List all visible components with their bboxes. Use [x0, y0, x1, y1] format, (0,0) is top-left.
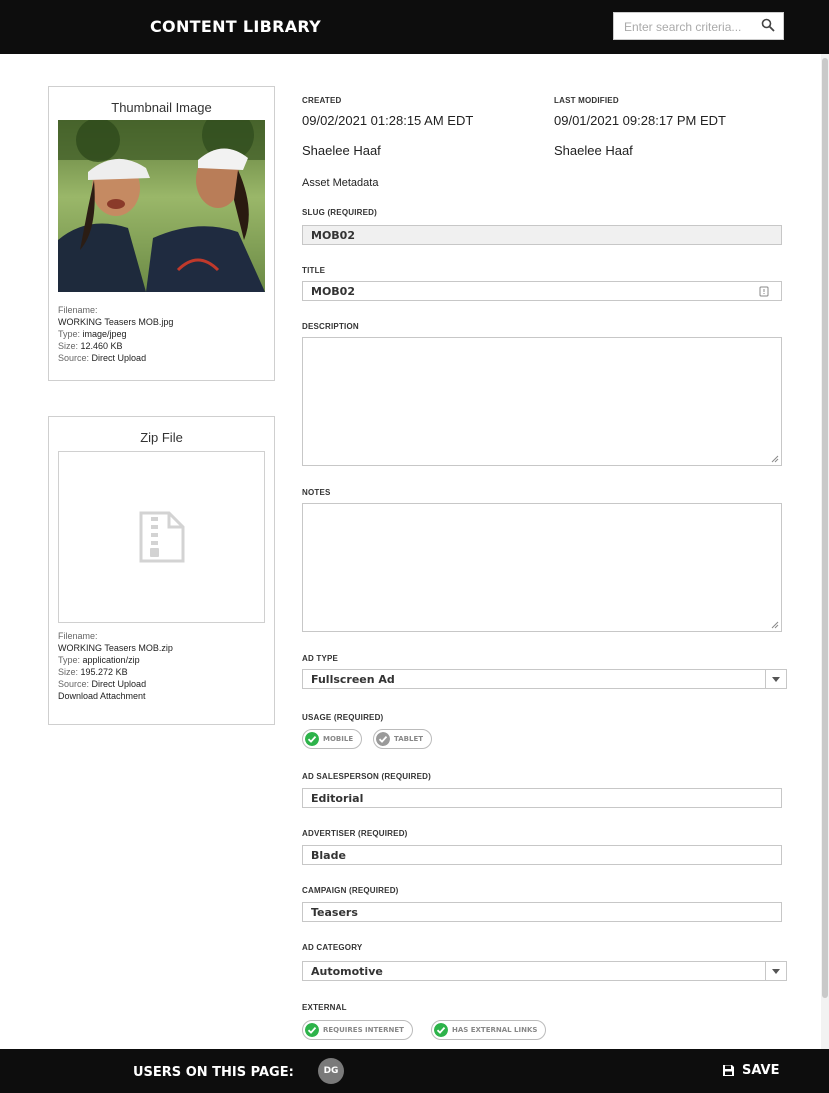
slug-field[interactable]: MOB02	[302, 225, 782, 245]
section-title: Asset Metadata	[302, 177, 379, 189]
thumbnail-source: Direct Upload	[91, 353, 147, 363]
search-input[interactable]	[622, 14, 762, 40]
ad-type-label: AD TYPE	[302, 654, 339, 663]
resize-handle-icon[interactable]	[771, 621, 779, 629]
usage-mobile-toggle[interactable]: MOBILE	[302, 729, 363, 749]
created-label: CREATED	[302, 96, 342, 105]
description-label: DESCRIPTION	[302, 322, 359, 331]
resize-handle-icon[interactable]	[771, 455, 779, 463]
zip-filename: WORKING Teasers MOB.zip	[58, 643, 173, 653]
check-circle-icon	[434, 1023, 448, 1037]
salesperson-field[interactable]: Editorial	[302, 788, 782, 808]
has-external-links-label: HAS EXTERNAL LINKS	[452, 1026, 538, 1034]
source-label: Source:	[58, 353, 90, 363]
top-bar: CONTENT LIBRARY	[0, 0, 829, 54]
ad-type-value: Fullscreen Ad	[311, 673, 395, 686]
save-label: SAVE	[742, 1063, 780, 1078]
modified-label: LAST MODIFIED	[554, 96, 619, 105]
ad-type-select[interactable]: Fullscreen Ad	[302, 669, 787, 689]
users-on-page-label: USERS ON THIS PAGE:	[133, 1065, 294, 1080]
ad-category-label: AD CATEGORY	[302, 943, 363, 952]
search-box[interactable]	[613, 12, 784, 40]
zip-type: application/zip	[82, 655, 140, 665]
usage-tablet-toggle[interactable]: TABLET	[373, 729, 433, 749]
ad-category-value: Automotive	[311, 965, 383, 978]
has-external-links-toggle[interactable]: HAS EXTERNAL LINKS	[431, 1020, 547, 1040]
usage-label: USAGE (REQUIRED)	[302, 713, 384, 722]
external-label: EXTERNAL	[302, 1003, 347, 1012]
modified-date: 09/01/2021 09:28:17 PM EDT	[554, 113, 727, 128]
chevron-down-icon[interactable]	[765, 670, 786, 688]
source-label: Source:	[58, 679, 90, 689]
scrollbar[interactable]	[821, 54, 829, 1049]
title-field[interactable]: MOB02	[302, 281, 782, 301]
scrollbar-thumb[interactable]	[822, 58, 828, 998]
type-label: Type:	[58, 329, 81, 339]
created-by: Shaelee Haaf	[302, 143, 381, 158]
download-attachment-link[interactable]: Download Attachment	[58, 690, 173, 702]
slug-label: SLUG (REQUIRED)	[302, 208, 377, 217]
campaign-label: CAMPAIGN (REQUIRED)	[302, 886, 399, 895]
thumbnail-title: Thumbnail Image	[111, 100, 212, 115]
advertiser-field[interactable]: Blade	[302, 845, 782, 865]
field-info-icon[interactable]	[759, 286, 769, 297]
usage-tablet-label: TABLET	[394, 735, 424, 743]
bottom-bar: USERS ON THIS PAGE: DG SAVE	[0, 1049, 829, 1093]
size-label: Size:	[58, 667, 79, 677]
zip-size: 195.272 KB	[80, 667, 128, 677]
filename-label: Filename:	[58, 305, 98, 315]
notes-label: NOTES	[302, 488, 331, 497]
ad-category-select[interactable]: Automotive	[302, 961, 787, 981]
size-label: Size:	[58, 341, 79, 351]
zip-card: Zip File Filename: WORKING Teasers MOB.z…	[48, 416, 275, 725]
filename-label: Filename:	[58, 631, 98, 641]
thumbnail-meta: Filename: WORKING Teasers MOB.jpg Type: …	[58, 304, 173, 364]
thumbnail-type: image/jpeg	[82, 329, 127, 339]
save-icon	[723, 1065, 734, 1076]
search-icon[interactable]	[761, 18, 775, 32]
chevron-down-icon[interactable]	[765, 962, 786, 980]
check-circle-icon	[376, 732, 390, 746]
app-title: CONTENT LIBRARY	[150, 17, 322, 36]
usage-mobile-label: MOBILE	[323, 735, 354, 743]
salesperson-label: AD SALESPERSON (REQUIRED)	[302, 772, 432, 781]
requires-internet-label: REQUIRES INTERNET	[323, 1026, 404, 1034]
modified-by: Shaelee Haaf	[554, 143, 633, 158]
notes-textarea[interactable]	[302, 503, 782, 632]
check-circle-icon	[305, 732, 319, 746]
user-avatar[interactable]: DG	[318, 1058, 344, 1084]
zip-meta: Filename: WORKING Teasers MOB.zip Type: …	[58, 630, 173, 702]
title-label: TITLE	[302, 266, 326, 275]
type-label: Type:	[58, 655, 81, 665]
check-circle-icon	[305, 1023, 319, 1037]
zip-file-icon	[139, 511, 185, 563]
zip-preview[interactable]	[58, 451, 265, 623]
zip-source: Direct Upload	[91, 679, 147, 689]
thumbnail-size: 12.460 KB	[80, 341, 123, 351]
requires-internet-toggle[interactable]: REQUIRES INTERNET	[302, 1020, 413, 1040]
zip-title: Zip File	[140, 430, 183, 445]
title-value: MOB02	[311, 285, 355, 298]
advertiser-label: ADVERTISER (REQUIRED)	[302, 829, 408, 838]
created-date: 09/02/2021 01:28:15 AM EDT	[302, 113, 474, 128]
description-textarea[interactable]	[302, 337, 782, 466]
thumbnail-image[interactable]	[58, 120, 265, 292]
campaign-field[interactable]: Teasers	[302, 902, 782, 922]
thumbnail-filename: WORKING Teasers MOB.jpg	[58, 317, 174, 327]
thumbnail-card: Thumbnail Image Filename: WORKING Teaser…	[48, 86, 275, 381]
